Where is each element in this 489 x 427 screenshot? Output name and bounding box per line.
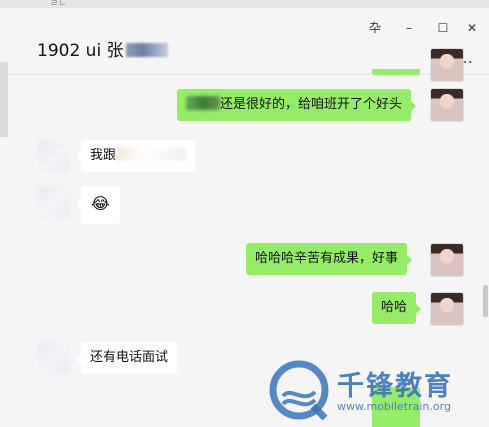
partial-bubble: [372, 69, 420, 75]
watermark-logo-icon: [269, 360, 329, 420]
message-text: 哈哈: [381, 300, 408, 315]
message-text: 我跟: [90, 148, 117, 163]
avatar[interactable]: [38, 342, 70, 374]
watermark-url: www.mobiletrain.org: [337, 400, 451, 413]
message-redaction: [186, 96, 220, 110]
message-text: 哈哈哈辛苦有成果，好事: [255, 251, 399, 266]
scrollbar-thumb[interactable]: [483, 285, 488, 317]
watermark: 千锋教育 www.mobiletrain.org: [269, 360, 489, 427]
title-redaction: [125, 43, 168, 57]
avatar[interactable]: [431, 89, 463, 121]
message-text: 还是很好的，给咱班开了个好头: [220, 97, 403, 112]
avatar[interactable]: [431, 244, 463, 276]
watermark-brand: 千锋教育: [337, 371, 453, 402]
message-bubble-other[interactable]: 😂: [76, 186, 120, 224]
minimize-button[interactable]: –: [398, 20, 420, 36]
message-bubble-other[interactable]: 我跟: [75, 140, 196, 172]
laughing-emoji-icon: 😂: [91, 194, 110, 213]
message-bubble-me[interactable]: 哈哈: [372, 292, 422, 324]
avatar[interactable]: [38, 140, 70, 172]
message-bubble-me[interactable]: 还是很好的，给咱班开了个好头: [177, 89, 417, 121]
window-top-strip: ㄹㄴ: [0, 0, 489, 9]
avatar[interactable]: [431, 293, 463, 325]
message-redaction: [116, 147, 187, 161]
maximize-button[interactable]: ☐: [432, 20, 454, 36]
avatar[interactable]: [38, 186, 70, 218]
pin-icon[interactable]: 卆: [364, 20, 386, 36]
message-bubble-me[interactable]: 哈哈哈辛苦有成果，好事: [246, 243, 413, 275]
chat-header: 1902 ui 张 卆 – ☐ ✕ …: [0, 8, 489, 75]
chat-title: 1902 ui 张: [37, 36, 168, 61]
chat-window: ㄹㄴ 1902 ui 张 卆 – ☐ ✕ … 还是很好的，给咱班开了个好头 我跟…: [0, 0, 489, 427]
message-text: 还有电话面试: [90, 350, 169, 365]
avatar[interactable]: [431, 49, 463, 81]
top-strip-fragment: ㄹㄴ: [50, 0, 67, 9]
chat-title-text: 1902 ui 张: [37, 41, 124, 61]
message-bubble-other[interactable]: 还有电话面试: [75, 342, 178, 374]
close-button[interactable]: ✕: [461, 20, 483, 36]
